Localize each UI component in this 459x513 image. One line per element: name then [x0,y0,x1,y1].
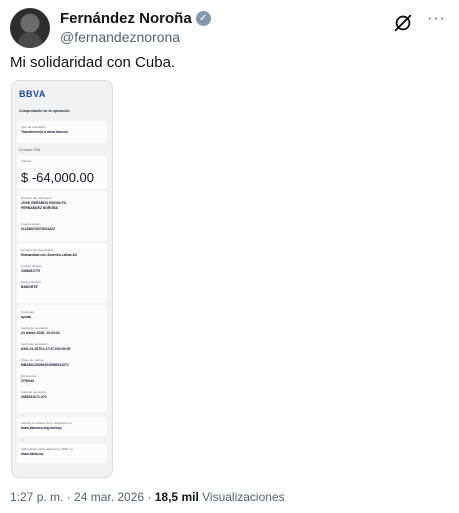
tweet-meta: 1:27 p. m. · 24 mar. 2026 · 18,5 mil Vis… [10,490,285,504]
operation-details-card: Concepto ayuda Fecha de operación 24 mar… [17,305,107,413]
views-label: Visualizaciones [202,490,285,504]
origin-account-label: Cuenta origen [21,222,41,226]
ordering-name-label: Nombre del ordenante [21,196,52,200]
views-count: 18,5 mil [154,490,199,504]
ordering-name-line-2: FERNANDEZ NOROÑA [21,206,58,210]
operation-type-value: Transferencia a otros bancos [21,130,69,134]
author-name[interactable]: Fernández Noroña [60,10,192,27]
more-icon[interactable]: ··· [427,10,446,28]
apply-date-value: 6401-01-03T01:37:37.000-00:00 [21,347,71,351]
reference-label: Referencia [21,374,36,378]
verify-url: www.banxico.org.mx/cep [21,426,62,430]
receipt-date: 24 marzo 2026 [19,148,41,152]
origin-account-value: 012180015276031322 [21,227,55,231]
info-card: Información sobre aplicación SPEI en www… [17,443,107,463]
info-url: www.bbva.mx [21,452,44,456]
dest-bank-value: BANORTE [21,285,38,289]
verify-label: Verifica el estatus de tu operación en [21,421,72,425]
author-name-row: Fernández Noroña ✓ [60,10,211,27]
ordering-name-line-1: JOSE GERARDO RODOLFO [21,201,67,205]
verify-card: Verifica el estatus de tu operación en w… [17,417,107,437]
operation-type-card: Tipo de operación Transferencia a otros … [17,121,107,143]
ordering-party-card: Nombre del ordenante JOSE GERARDO RODOLF… [17,191,107,241]
beneficiary-label: Nombre del beneficiario [21,248,54,252]
tweet-text: Mi solidaridad con Cuba. [10,54,176,71]
tracking-value: MBAN01002603240085231071 [21,363,69,367]
dest-bank-label: Banco destino [21,280,41,284]
author-handle[interactable]: @fernandeznorona [60,29,180,45]
dest-account-label: Cuenta destino [21,264,42,268]
folio-value: 0085231071-072 [21,395,47,399]
beneficiary-card: Nombre del beneficiario Humanidad con Am… [17,243,107,303]
verified-badge-icon: ✓ [195,11,211,26]
folio-label: Folio de operación [21,390,47,394]
beneficiary-value: Humanidad con America Latina AC [21,253,78,257]
amount-card: Importe $ -64,000.00 [17,155,107,189]
bbva-logo: BBVA [19,89,46,99]
op-date-value: 24 marzo 2026, 13:24:24 [21,331,60,335]
grok-icon[interactable] [392,12,414,34]
apply-date-label: Fecha de aplicación [21,342,49,346]
concept-label: Concepto [21,310,35,314]
avatar[interactable] [10,8,50,48]
tweet-header: Fernández Noroña ✓ @fernandeznorona ··· [10,8,450,48]
info-label: Información sobre aplicación SPEI en [21,447,73,451]
receipt-title: Comprobante de la operación [19,109,70,113]
tweet-timestamp[interactable]: 1:27 p. m. · 24 mar. 2026 · [10,490,151,504]
dest-account-value: 1356451779 [21,269,40,273]
tracking-label: Clave de rastreo [21,358,44,362]
reference-value: 2700240 [21,379,35,383]
amount-value: $ -64,000.00 [21,170,95,185]
concept-value: ayuda [21,315,31,319]
receipt-image[interactable]: BBVA Comprobante de la operación Tipo de… [11,80,113,478]
amount-label: Importe [21,159,32,163]
operation-type-label: Tipo de operación [21,125,46,129]
op-date-label: Fecha de operación [21,326,49,330]
